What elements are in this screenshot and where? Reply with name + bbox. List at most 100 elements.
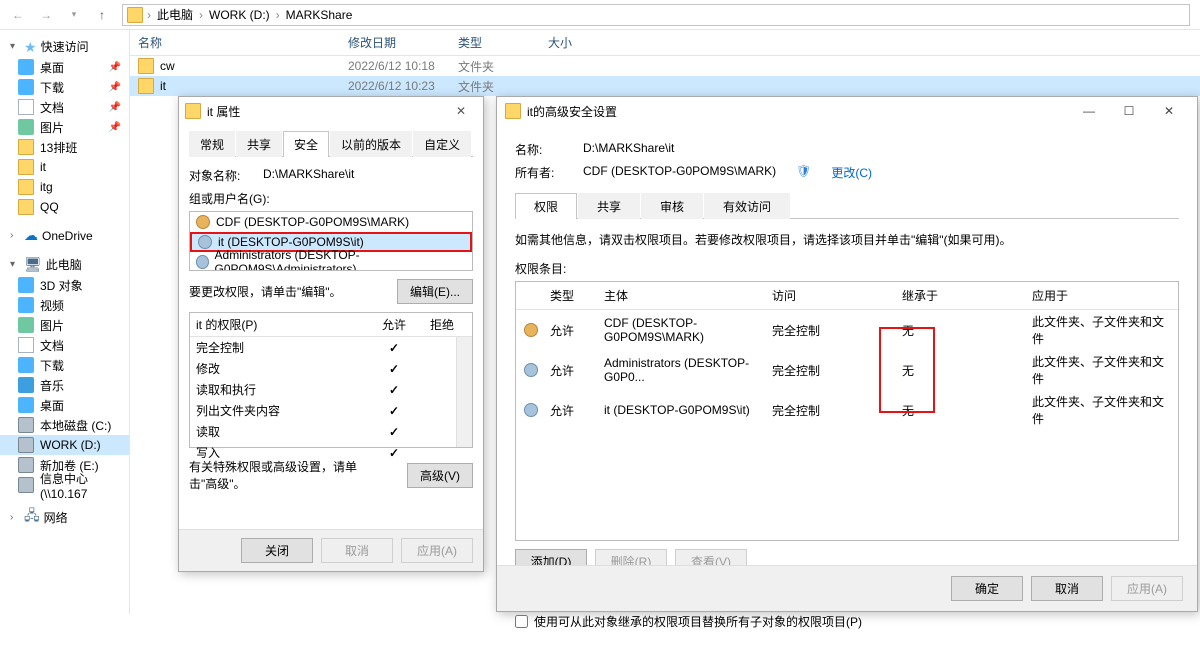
check-icon: ✓ (370, 404, 418, 418)
tab-general[interactable]: 常规 (189, 131, 235, 157)
document-icon (18, 337, 34, 353)
sidebar-item[interactable]: QQ (0, 197, 129, 217)
sidebar-item[interactable]: 13排班 (0, 137, 129, 157)
pin-icon: 📌 (109, 62, 121, 73)
group-row[interactable]: CDF (DESKTOP-G0POM9S\MARK) (190, 212, 472, 232)
sidebar-desktop2[interactable]: 桌面 (0, 395, 129, 415)
chevron-right-icon: › (199, 8, 203, 22)
sidebar-documents[interactable]: 文档📌 (0, 97, 129, 117)
cancel-button[interactable]: 取消 (1031, 576, 1103, 601)
tab-audit[interactable]: 审核 (641, 193, 703, 219)
sidebar-downloads2[interactable]: 下载 (0, 355, 129, 375)
tab-custom[interactable]: 自定义 (413, 131, 471, 157)
folder-icon (127, 7, 143, 23)
apply-button: 应用(A) (1111, 576, 1183, 601)
replace-checkbox[interactable] (515, 615, 528, 628)
chevron-right-icon: › (276, 8, 280, 22)
desktop-icon (18, 59, 34, 75)
address-bar[interactable]: › 此电脑 › WORK (D:) › MARKShare (122, 4, 1190, 26)
check-icon: ✓ (370, 383, 418, 397)
tab-prev[interactable]: 以前的版本 (330, 131, 412, 157)
user-icon (196, 215, 210, 229)
entries-label: 权限条目: (515, 260, 1179, 277)
sidebar-pictures2[interactable]: 图片 (0, 315, 129, 335)
music-icon (18, 377, 34, 393)
edit-button[interactable]: 编辑(E)... (397, 279, 473, 304)
scrollbar[interactable] (456, 337, 472, 447)
perm-entry[interactable]: 允许 Administrators (DESKTOP-G0P0... 完全控制 … (516, 350, 1178, 390)
adv-tabs: 权限 共享 审核 有效访问 (515, 193, 1179, 219)
dialog-title: it 属性 (207, 103, 240, 120)
sidebar-network[interactable]: ›🖧网络 (0, 503, 129, 531)
minimize-icon[interactable]: ― (1069, 104, 1109, 118)
close-button[interactable]: 关闭 (241, 538, 313, 563)
download-icon (18, 357, 34, 373)
sidebar-drive-d[interactable]: WORK (D:) (0, 435, 129, 455)
group-icon (196, 255, 209, 269)
permissions-table: it 的权限(P) 允许 拒绝 完全控制✓ 修改✓ 读取和执行✓ 列出文件夹内容… (189, 312, 473, 448)
col-date[interactable]: 修改日期 (340, 34, 450, 51)
tab-security[interactable]: 安全 (283, 131, 329, 157)
close-icon[interactable]: ✕ (445, 104, 477, 118)
tab-effective[interactable]: 有效访问 (704, 193, 790, 219)
crumb-2[interactable]: MARKShare (284, 8, 355, 22)
col-name[interactable]: 名称 (130, 34, 340, 51)
crumb-1[interactable]: WORK (D:) (207, 8, 272, 22)
nav-hist[interactable]: ▾ (62, 3, 86, 27)
col-size[interactable]: 大小 (540, 34, 610, 51)
sidebar-onedrive[interactable]: ›☁OneDrive (0, 225, 129, 246)
sidebar-3d[interactable]: 3D 对象 (0, 275, 129, 295)
ok-button[interactable]: 确定 (951, 576, 1023, 601)
col-inherit[interactable]: 继承于 (902, 287, 1032, 304)
close-icon[interactable]: ✕ (1149, 104, 1189, 118)
maximize-icon[interactable]: ☐ (1109, 104, 1149, 118)
sidebar-netdrive[interactable]: 信息中心 (\\10.167 (0, 475, 129, 495)
sidebar-pictures[interactable]: 图片📌 (0, 117, 129, 137)
groups-list[interactable]: CDF (DESKTOP-G0POM9S\MARK) it (DESKTOP-G… (189, 211, 473, 271)
nav-up[interactable]: ↑ (90, 3, 114, 27)
pin-icon: 📌 (109, 102, 121, 113)
perm-entry[interactable]: 允许 CDF (DESKTOP-G0POM9S\MARK) 完全控制 无 此文件… (516, 310, 1178, 350)
group-row[interactable]: Administrators (DESKTOP-G0POM9S\Administ… (190, 252, 472, 271)
sidebar-music[interactable]: 音乐 (0, 375, 129, 395)
sidebar-documents2[interactable]: 文档 (0, 335, 129, 355)
sidebar-videos[interactable]: 视频 (0, 295, 129, 315)
sidebar-item[interactable]: itg (0, 177, 129, 197)
col-principal[interactable]: 主体 (604, 287, 772, 304)
folder-icon (505, 103, 521, 119)
object-name-value: D:\MARKShare\it (263, 167, 354, 184)
drive-icon (18, 437, 34, 453)
sidebar-drive-c[interactable]: 本地磁盘 (C:) (0, 415, 129, 435)
dialog-title: it的高级安全设置 (527, 103, 617, 120)
perm-entry[interactable]: 允许 it (DESKTOP-G0POM9S\it) 完全控制 无 此文件夹、子… (516, 390, 1178, 430)
pin-icon: 📌 (109, 82, 121, 93)
tab-sharing[interactable]: 共享 (236, 131, 282, 157)
change-hint: 要更改权限，请单击"编辑"。 (189, 283, 342, 300)
name-value: D:\MARKShare\it (583, 141, 674, 158)
sidebar-this-pc[interactable]: ▾🖥此电脑 (0, 254, 129, 275)
file-row[interactable]: it 2022/6/12 10:23 文件夹 (130, 76, 1200, 96)
tab-permissions[interactable]: 权限 (515, 193, 577, 219)
check-icon: ✓ (370, 446, 418, 460)
sidebar-downloads[interactable]: 下载📌 (0, 77, 129, 97)
apply-button: 应用(A) (401, 538, 473, 563)
name-label: 名称: (515, 141, 563, 158)
col-access[interactable]: 访问 (772, 287, 902, 304)
permission-entries-list[interactable]: 类型 主体 访问 继承于 应用于 允许 CDF (DESKTOP-G0POM9S… (515, 281, 1179, 541)
sidebar-quick-access[interactable]: ▾★快速访问 (0, 36, 129, 57)
col-type[interactable]: 类型 (550, 287, 604, 304)
tab-share[interactable]: 共享 (578, 193, 640, 219)
object-icon (18, 277, 34, 293)
explorer-sidebar: ▾★快速访问 桌面📌 下载📌 文档📌 图片📌 13排班 it itg QQ ›☁… (0, 30, 130, 614)
col-apply[interactable]: 应用于 (1032, 287, 1170, 304)
file-row[interactable]: cw 2022/6/12 10:18 文件夹 (130, 56, 1200, 76)
groups-label: 组或用户名(G): (189, 190, 473, 207)
star-icon: ★ (24, 40, 37, 54)
change-owner-link[interactable]: 更改(C) (831, 164, 872, 181)
sidebar-desktop[interactable]: 桌面📌 (0, 57, 129, 77)
crumb-0[interactable]: 此电脑 (155, 6, 195, 23)
col-type[interactable]: 类型 (450, 34, 540, 51)
advanced-button[interactable]: 高级(V) (407, 463, 473, 488)
sidebar-item[interactable]: it (0, 157, 129, 177)
nav-back[interactable]: ← (6, 3, 30, 27)
